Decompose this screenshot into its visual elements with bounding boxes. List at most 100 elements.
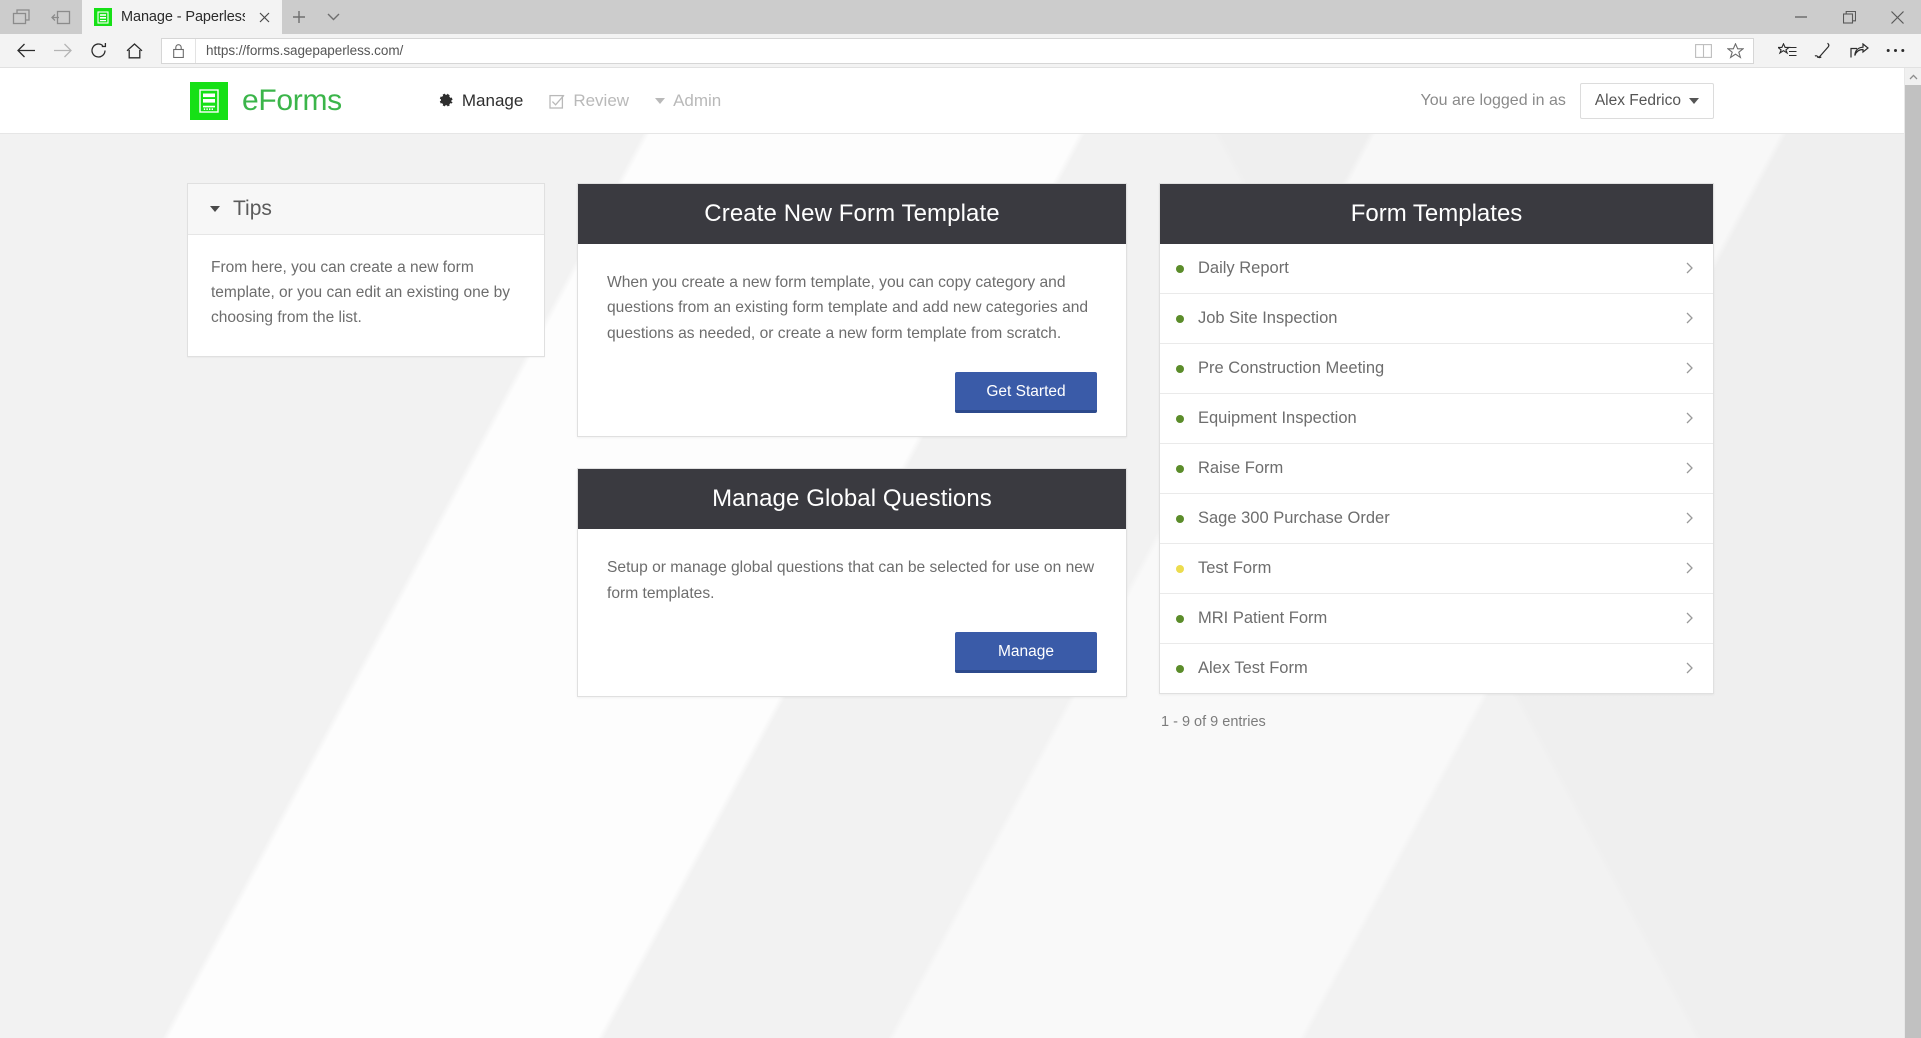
browser-toolbar: https://forms.sagepaperless.com/	[0, 34, 1921, 68]
status-dot-icon	[1176, 314, 1184, 323]
browser-tab-active[interactable]: Manage - Paperless For	[82, 0, 282, 34]
tips-title: Tips	[233, 197, 272, 220]
list-item-label: Sage 300 Purchase Order	[1198, 509, 1390, 527]
entries-count: 1 - 9 of 9 entries	[1161, 714, 1266, 730]
tips-text: From here, you can create a new form tem…	[211, 259, 510, 327]
chevron-right-icon	[1686, 360, 1693, 377]
pen-icon[interactable]	[1806, 36, 1840, 66]
list-item[interactable]: Sage 300 Purchase Order	[1160, 494, 1713, 544]
list-item-label: Test Form	[1198, 559, 1272, 577]
list-item[interactable]: Test Form	[1160, 544, 1713, 594]
status-dot-icon	[1176, 664, 1184, 673]
share-icon[interactable]	[1842, 36, 1876, 66]
tips-header[interactable]: Tips	[188, 184, 544, 235]
address-bar[interactable]: https://forms.sagepaperless.com/	[161, 37, 1754, 64]
browser-window: Manage - Paperless For	[0, 0, 1921, 1038]
nav-item-admin-label: Admin	[673, 90, 722, 110]
chevron-right-icon	[1686, 560, 1693, 577]
manage-button[interactable]: Manage	[955, 632, 1097, 674]
card-description: When you create a new form template, you…	[607, 274, 1089, 342]
nav-item-manage-label: Manage	[461, 90, 524, 110]
close-icon[interactable]	[1873, 0, 1921, 34]
column-middle: Create New Form Template When you create…	[577, 183, 1127, 730]
logged-in-label: You are logged in as	[1420, 91, 1566, 109]
address-bar-actions	[1687, 38, 1751, 64]
get-started-button[interactable]: Get Started	[955, 372, 1097, 414]
lock-icon	[162, 38, 196, 63]
status-dot-icon	[1176, 564, 1184, 573]
user-menu-button[interactable]: Alex Fedrico	[1579, 82, 1714, 119]
status-dot-icon	[1176, 464, 1184, 473]
tab-close-icon[interactable]	[254, 7, 274, 27]
list-item-label: Daily Report	[1198, 259, 1289, 277]
restore-tabs-aside-icon[interactable]	[46, 2, 76, 32]
nav-item-admin[interactable]: Admin	[655, 91, 721, 111]
set-tabs-aside-icon[interactable]	[6, 2, 36, 32]
eforms-favicon-icon	[94, 8, 112, 26]
minimize-icon[interactable]	[1777, 0, 1825, 34]
gear-icon	[438, 93, 454, 109]
list-item[interactable]: Pre Construction Meeting	[1160, 344, 1713, 394]
brand[interactable]: eForms	[190, 81, 342, 120]
list-item-label: Equipment Inspection	[1198, 409, 1357, 427]
more-icon[interactable]	[1878, 36, 1912, 66]
create-new-form-template-card: Create New Form Template When you create…	[577, 183, 1127, 438]
tips-body: From here, you can create a new form tem…	[188, 235, 544, 356]
status-dot-icon	[1176, 614, 1184, 623]
status-dot-icon	[1176, 414, 1184, 423]
scrollbar-up-arrow-icon[interactable]	[1905, 68, 1921, 85]
chevron-right-icon	[1686, 410, 1693, 427]
star-icon[interactable]	[1719, 38, 1751, 64]
reading-view-icon[interactable]	[1687, 38, 1719, 64]
form-templates-title: Form Templates	[1160, 184, 1713, 244]
list-item-label: Raise Form	[1198, 459, 1284, 477]
nav-item-review[interactable]: Review	[549, 91, 629, 111]
list-item[interactable]: Job Site Inspection	[1160, 294, 1713, 344]
column-right: Form Templates Daily Report Job Site Insp…	[1159, 183, 1714, 730]
status-dot-icon	[1176, 264, 1184, 273]
main-content: Tips From here, you can create a new for…	[0, 134, 1904, 730]
page-viewport: eForms Manage Review Admin You are logge…	[0, 68, 1921, 1038]
list-item[interactable]: MRI Patient Form	[1160, 594, 1713, 644]
user-area: You are logged in as Alex Fedrico	[1420, 82, 1714, 119]
card-actions: Get Started	[607, 372, 1097, 414]
back-arrow-icon[interactable]	[9, 36, 43, 66]
card-title: Manage Global Questions	[578, 469, 1126, 530]
hub-icon[interactable]	[1770, 36, 1804, 66]
chevron-right-icon	[1686, 660, 1693, 677]
tabstrip-left-icons	[0, 0, 82, 34]
card-actions: Manage	[607, 632, 1097, 674]
list-item[interactable]: Alex Test Form	[1160, 644, 1713, 693]
restore-icon[interactable]	[1825, 0, 1873, 34]
list-item-label: Pre Construction Meeting	[1198, 359, 1385, 377]
refresh-icon[interactable]	[81, 36, 115, 66]
manage-global-questions-card: Manage Global Questions Setup or manage …	[577, 468, 1127, 698]
web-page: eForms Manage Review Admin You are logge…	[0, 68, 1904, 1038]
list-item[interactable]: Equipment Inspection	[1160, 394, 1713, 444]
new-tab-button[interactable]	[282, 0, 316, 34]
brand-name: eForms	[242, 83, 342, 117]
scrollbar-thumb[interactable]	[1904, 85, 1921, 1038]
card-title: Create New Form Template	[578, 184, 1126, 244]
status-dot-icon	[1176, 514, 1184, 523]
list-item[interactable]: Daily Report	[1160, 244, 1713, 294]
browser-tab-title: Manage - Paperless For	[121, 9, 245, 25]
tab-strip: Manage - Paperless For	[0, 0, 1921, 34]
caret-down-icon	[655, 97, 666, 104]
form-templates-list: Daily Report Job Site Inspection Pre Const…	[1160, 244, 1713, 693]
list-item[interactable]: Raise Form	[1160, 444, 1713, 494]
eforms-document-logo-icon	[190, 81, 228, 120]
toolbar-right-actions	[1764, 36, 1912, 66]
form-templates-panel: Form Templates Daily Report Job Site Insp…	[1159, 183, 1714, 694]
window-controls	[1777, 0, 1921, 34]
forward-arrow-icon[interactable]	[45, 36, 79, 66]
list-item-label: Alex Test Form	[1198, 659, 1308, 677]
page-scrollbar[interactable]	[1904, 68, 1921, 1038]
caret-down-icon	[210, 206, 220, 212]
app-header: eForms Manage Review Admin You are logge…	[0, 68, 1904, 134]
nav-item-manage[interactable]: Manage	[438, 91, 523, 111]
home-icon[interactable]	[117, 36, 151, 66]
tab-list-dropdown-icon[interactable]	[316, 0, 350, 34]
address-bar-text[interactable]: https://forms.sagepaperless.com/	[196, 43, 1687, 58]
tips-panel: Tips From here, you can create a new for…	[187, 183, 545, 358]
